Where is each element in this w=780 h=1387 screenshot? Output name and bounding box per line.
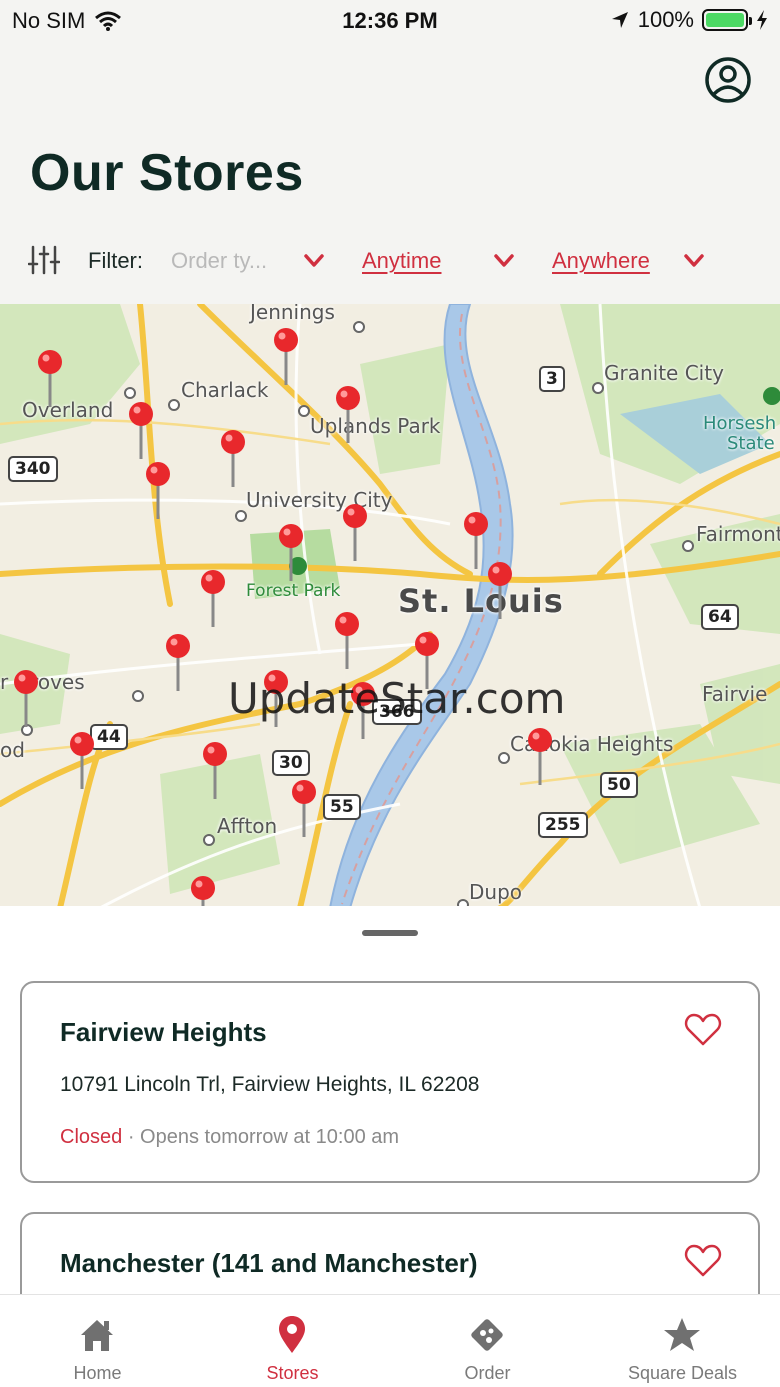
location-value: Anywhere xyxy=(552,248,650,273)
store-status: Closed xyxy=(60,1126,123,1148)
time-dropdown[interactable]: Anytime xyxy=(362,248,514,274)
store-pin-icon[interactable] xyxy=(190,875,216,908)
store-pin-icon[interactable] xyxy=(527,727,553,787)
map-label-overland: Overland xyxy=(22,398,114,422)
map-label-dupo: Dupo xyxy=(469,880,523,904)
map-label-fairmont: Fairmont xyxy=(696,522,780,546)
map-label-horseshoe: Horsesh xyxy=(703,413,777,434)
chevron-down-icon xyxy=(304,254,324,267)
highway-shield-30: 30 xyxy=(272,750,310,776)
store-pin-icon[interactable] xyxy=(145,461,171,521)
heart-icon[interactable] xyxy=(684,1244,722,1278)
battery-icon xyxy=(702,9,752,31)
highway-shield-50: 50 xyxy=(600,772,638,798)
time-value: Anytime xyxy=(362,248,442,273)
order-type-dropdown[interactable]: Order ty... xyxy=(171,248,324,274)
store-pin-icon[interactable] xyxy=(335,385,361,445)
filter-bar: Filter: Order ty... Anytime Anywhere xyxy=(0,240,780,280)
highway-shield-255: 255 xyxy=(538,812,588,838)
map-base xyxy=(0,304,780,908)
highway-shield-340: 340 xyxy=(8,456,58,482)
tab-home[interactable]: Home xyxy=(0,1295,195,1387)
chevron-down-icon xyxy=(494,254,514,267)
pizza-icon xyxy=(471,1319,503,1351)
map-label-state: State xyxy=(727,433,775,454)
order-type-value: Order ty... xyxy=(171,248,268,273)
store-map[interactable]: Jennings Charlack Overland Uplands Park … xyxy=(0,304,780,908)
sliders-icon[interactable] xyxy=(28,244,60,276)
profile-icon[interactable] xyxy=(704,56,752,104)
star-icon xyxy=(664,1318,700,1351)
map-label-od: od xyxy=(0,738,25,762)
sheet-grabber-handle[interactable] xyxy=(362,930,418,936)
store-pin-icon[interactable] xyxy=(291,779,317,839)
store-pin-icon[interactable] xyxy=(334,611,360,671)
tab-order[interactable]: Order xyxy=(390,1295,585,1387)
store-hours: Closed · Opens tomorrow at 10:00 am xyxy=(60,1126,399,1149)
highway-shield-44: 44 xyxy=(90,724,128,750)
store-pin-icon[interactable] xyxy=(278,523,304,583)
filter-label: Filter: xyxy=(88,248,143,273)
store-pin-icon[interactable] xyxy=(342,503,368,563)
store-pin-icon[interactable] xyxy=(220,429,246,489)
map-label-fairview: Fairvie xyxy=(702,682,768,706)
tab-stores[interactable]: Stores xyxy=(195,1295,390,1387)
location-dropdown[interactable]: Anywhere xyxy=(552,248,704,274)
chevron-down-icon xyxy=(684,254,704,267)
location-arrow-icon xyxy=(611,12,628,28)
store-pin-icon[interactable] xyxy=(463,511,489,571)
store-pin-icon[interactable] xyxy=(13,669,39,729)
map-label-affton: Affton xyxy=(217,814,278,838)
store-pin-icon[interactable] xyxy=(487,561,513,621)
tab-order-label: Order xyxy=(464,1363,511,1383)
store-list-sheet: Fairview Heights 10791 Lincoln Trl, Fair… xyxy=(0,906,780,1387)
store-pin-icon[interactable] xyxy=(165,633,191,693)
store-address: 10791 Lincoln Trl, Fairview Heights, IL … xyxy=(60,1073,480,1096)
watermark-text: UpdateStar.com xyxy=(228,674,566,723)
tab-home-label: Home xyxy=(73,1363,122,1383)
location-pin-icon xyxy=(279,1316,305,1353)
tab-bar: Home Stores Order Square Deals xyxy=(0,1294,780,1387)
store-pin-icon[interactable] xyxy=(200,569,226,629)
map-label-uplands-park: Uplands Park xyxy=(310,414,441,438)
store-pin-icon[interactable] xyxy=(37,349,63,409)
status-bar: No SIM 12:36 PM 100% xyxy=(0,0,780,40)
store-card[interactable]: Fairview Heights 10791 Lincoln Trl, Fair… xyxy=(20,981,760,1183)
charging-bolt-icon xyxy=(757,10,767,30)
map-label-jennings: Jennings xyxy=(250,304,335,324)
page-title: Our Stores xyxy=(30,144,304,202)
store-name: Fairview Heights xyxy=(60,1017,267,1047)
store-name: Manchester (141 and Manchester) xyxy=(60,1248,478,1278)
heart-icon[interactable] xyxy=(684,1013,722,1047)
store-pin-icon[interactable] xyxy=(273,327,299,387)
tab-stores-label: Stores xyxy=(266,1363,319,1383)
highway-shield-64: 64 xyxy=(701,604,739,630)
map-label-granite-city: Granite City xyxy=(604,361,724,385)
store-pin-icon[interactable] xyxy=(128,401,154,461)
home-icon xyxy=(81,1320,113,1351)
store-pin-icon[interactable] xyxy=(69,731,95,791)
store-hours-detail: · Opens tomorrow at 10:00 am xyxy=(122,1126,400,1148)
battery-percent: 100% xyxy=(637,7,694,32)
tab-square-deals-label: Square Deals xyxy=(627,1363,738,1383)
map-label-charlack: Charlack xyxy=(181,378,269,402)
map-label-st-louis: St. Louis xyxy=(398,582,564,620)
highway-shield-55: 55 xyxy=(323,794,361,820)
highway-shield-3: 3 xyxy=(539,366,565,392)
map-label-university-city: University City xyxy=(246,488,393,512)
tab-square-deals[interactable]: Square Deals xyxy=(585,1295,780,1387)
store-pin-icon[interactable] xyxy=(202,741,228,801)
map-label-forest-park: Forest Park xyxy=(246,581,341,601)
